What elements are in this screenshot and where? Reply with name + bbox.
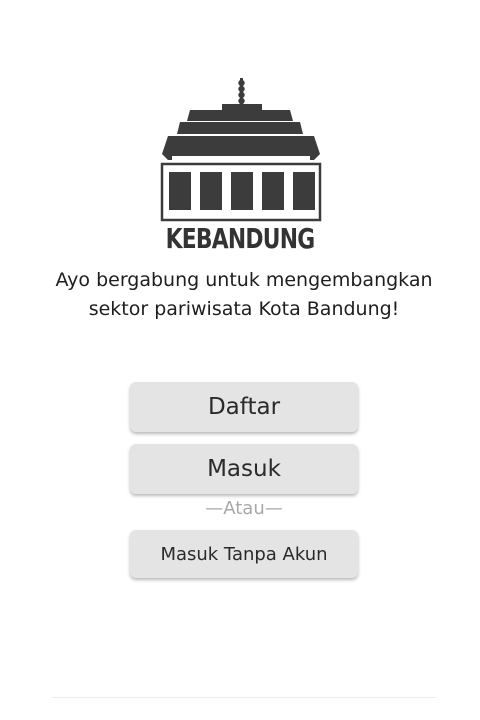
- bottom-divider: [52, 697, 436, 698]
- brand-name: KEBANDUNG: [165, 222, 316, 255]
- tagline-text: Ayo bergabung untuk mengembangkan sektor…: [55, 269, 433, 320]
- register-button[interactable]: Daftar: [130, 382, 358, 432]
- or-divider: —Atau—: [205, 498, 283, 519]
- login-button[interactable]: Masuk: [130, 444, 358, 494]
- guest-login-button[interactable]: Masuk Tanpa Akun: [130, 530, 358, 578]
